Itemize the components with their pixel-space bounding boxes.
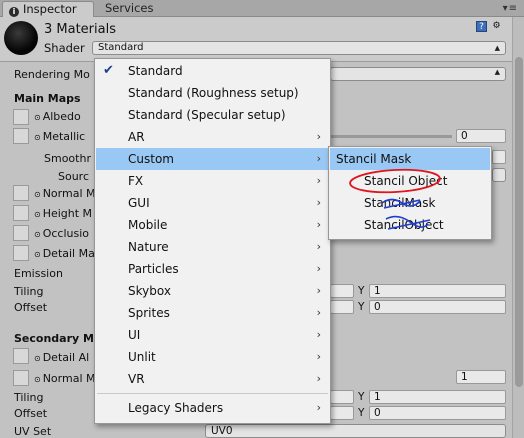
red-circle-annotation (349, 168, 441, 194)
annotation-layer (349, 168, 441, 230)
blue-scribble-annotation (383, 199, 421, 209)
